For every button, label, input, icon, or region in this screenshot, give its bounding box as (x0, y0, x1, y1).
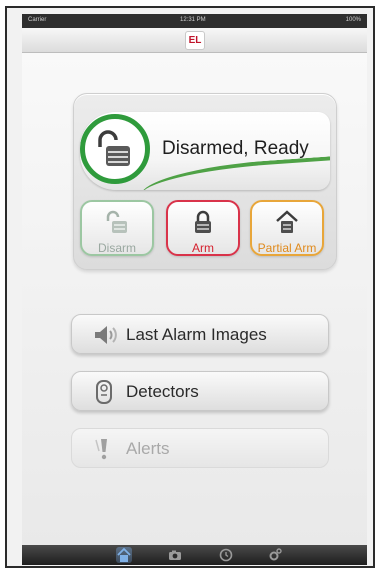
last-alarm-images-button[interactable]: Last Alarm Images (71, 314, 329, 354)
tab-home[interactable] (116, 547, 132, 563)
tab-camera[interactable] (167, 547, 183, 563)
system-status-text: Disarmed, Ready (162, 138, 309, 159)
home-icon (116, 547, 132, 567)
status-bar: Carrier 12:31 PM 100% (22, 14, 367, 28)
nav-bar: EL (22, 28, 367, 53)
carrier-label: Carrier (28, 17, 47, 23)
disarm-button[interactable]: Disarm (80, 200, 154, 256)
battery-label: 100% (345, 17, 361, 23)
speaker-icon (92, 322, 120, 353)
detectors-button[interactable]: Detectors (71, 371, 329, 411)
unlocked-padlock-icon (80, 114, 150, 184)
time-label: 12:31 PM (180, 17, 206, 23)
app-logo: EL (185, 31, 205, 50)
home-icon (252, 209, 322, 238)
camera-icon (167, 550, 183, 567)
partial-arm-button[interactable]: Partial Arm (250, 200, 324, 256)
arm-button[interactable]: Arm (166, 200, 240, 256)
system-status-panel: Disarmed, Ready Disarm Arm Partial Arm (73, 93, 337, 270)
detector-icon (92, 379, 116, 410)
unlocked-padlock-icon (82, 209, 152, 238)
partial-arm-label: Partial Arm (257, 241, 317, 255)
arm-label: Arm (192, 241, 214, 255)
tab-history[interactable] (218, 547, 234, 563)
disarm-label: Disarm (98, 241, 136, 255)
clock-icon (218, 548, 234, 567)
last-alarm-images-label: Last Alarm Images (126, 325, 267, 344)
gear-icon (267, 548, 283, 567)
alerts-button[interactable]: Alerts (71, 428, 329, 468)
main-content: Disarmed, Ready Disarm Arm Partial Arm L… (22, 53, 367, 545)
tab-bar (22, 545, 367, 565)
detectors-label: Detectors (126, 382, 199, 401)
locked-padlock-icon (168, 209, 238, 238)
system-status-box: Disarmed, Ready (80, 112, 330, 190)
alert-icon (92, 436, 116, 467)
alerts-label: Alerts (126, 439, 170, 458)
tab-settings[interactable] (267, 547, 283, 563)
